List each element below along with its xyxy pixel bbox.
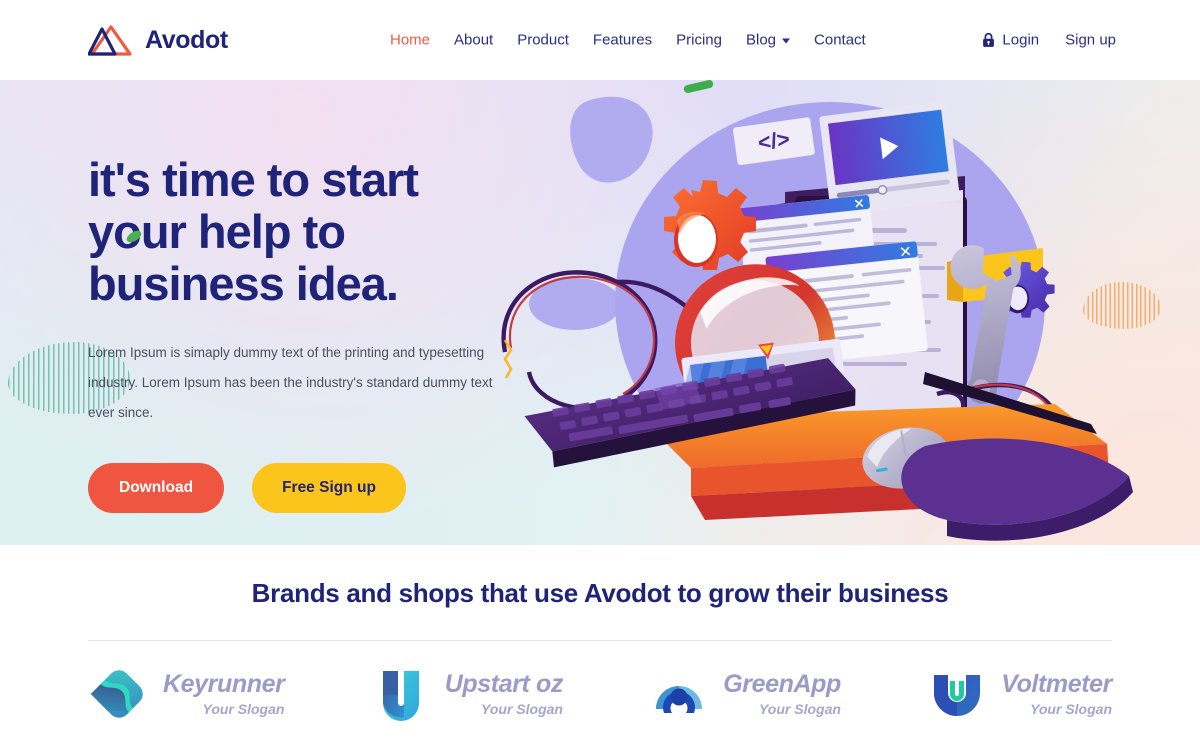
nav-label: Home: [390, 31, 431, 49]
nav-item-features[interactable]: Features: [593, 32, 652, 49]
brand-slogan-label: Your Slogan: [481, 700, 563, 717]
hero-cta-group: Download Free Sign up: [88, 463, 518, 513]
greenapp-arc-logo-icon: [648, 663, 710, 725]
download-button[interactable]: Download: [88, 463, 225, 513]
brand-name-label: Keyrunner: [163, 670, 285, 699]
brand-text: Keyrunner Your Slogan: [163, 670, 285, 717]
main-navigation: Home About Product Features Pricing Blog…: [390, 32, 866, 49]
nav-label: About: [454, 31, 494, 49]
hero-title: it's time to start your help to business…: [88, 154, 518, 310]
hero-section: it's time to start your help to business…: [0, 80, 1200, 545]
nav-item-pricing[interactable]: Pricing: [676, 32, 722, 49]
hero-title-line-3: business idea.: [88, 257, 399, 310]
keyrunner-diamond-logo-icon: [88, 663, 150, 725]
brand-name: Avodot: [145, 25, 228, 54]
section-divider: [88, 640, 1112, 641]
lock-icon: [982, 32, 995, 48]
auth-actions: Login Sign up: [982, 32, 1116, 49]
svg-text:</>: </>: [756, 126, 791, 155]
login-label: Login: [1002, 31, 1040, 49]
upstart-u-logo-icon: [370, 663, 432, 725]
nav-item-home[interactable]: Home: [390, 32, 430, 49]
brand-text: GreenApp Your Slogan: [723, 670, 841, 717]
brand-name-label: Upstart oz: [444, 670, 564, 699]
hero-paragraph: Lorem Ipsum is simaply dummy text of the…: [88, 345, 493, 420]
avodot-triangle-logo-icon: [88, 23, 134, 57]
brand-slogan-label: Your Slogan: [202, 700, 285, 717]
login-link[interactable]: Login: [982, 32, 1039, 49]
hero-copy: it's time to start your help to business…: [88, 154, 518, 513]
brand-text: Upstart oz Your Slogan: [444, 670, 564, 717]
nav-label: Features: [592, 31, 653, 49]
landing-page: Avodot Home About Product Features Prici…: [0, 0, 1200, 750]
voltmeter-shield-logo-icon: [926, 663, 988, 725]
nav-item-contact[interactable]: Contact: [814, 32, 866, 49]
brands-section: Brands and shops that use Avodot to grow…: [0, 545, 1200, 750]
brand-card-greenapp[interactable]: GreenApp Your Slogan: [648, 663, 841, 725]
brand-card-upstart-oz[interactable]: Upstart oz Your Slogan: [370, 663, 563, 725]
brand-card-voltmeter[interactable]: Voltmeter Your Slogan: [926, 663, 1112, 725]
signup-link[interactable]: Sign up: [1065, 32, 1116, 49]
brand-slogan-label: Your Slogan: [758, 700, 841, 717]
free-signup-button[interactable]: Free Sign up: [252, 463, 406, 513]
nav-item-product[interactable]: Product: [517, 32, 569, 49]
nav-label: Contact: [814, 31, 866, 49]
brand-slogan-label: Your Slogan: [1030, 700, 1112, 717]
nav-item-about[interactable]: About: [454, 32, 493, 49]
signup-label: Sign up: [1065, 31, 1116, 49]
brand-name-label: Voltmeter: [1001, 670, 1112, 699]
brands-title: Brands and shops that use Avodot to grow…: [251, 578, 949, 608]
hero-illustration: </>: [495, 80, 1135, 542]
brand-text: Voltmeter Your Slogan: [1001, 670, 1112, 717]
nav-label: Product: [517, 31, 569, 49]
site-header: Avodot Home About Product Features Prici…: [0, 0, 1200, 80]
brand-card-keyrunner[interactable]: Keyrunner Your Slogan: [88, 663, 285, 725]
brand-logo-link[interactable]: Avodot: [88, 23, 228, 57]
brand-name-label: GreenApp: [723, 670, 841, 699]
nav-label: Pricing: [676, 31, 722, 49]
nav-label: Blog: [745, 31, 777, 49]
chevron-down-icon: [782, 38, 791, 44]
brand-logos-row: Keyrunner Your Slogan Upstart oz Your Sl…: [88, 663, 1112, 725]
hero-title-line-1: it's time to start: [88, 153, 419, 206]
nav-item-blog[interactable]: Blog: [745, 31, 791, 49]
hero-title-line-2: your help to: [88, 205, 346, 258]
